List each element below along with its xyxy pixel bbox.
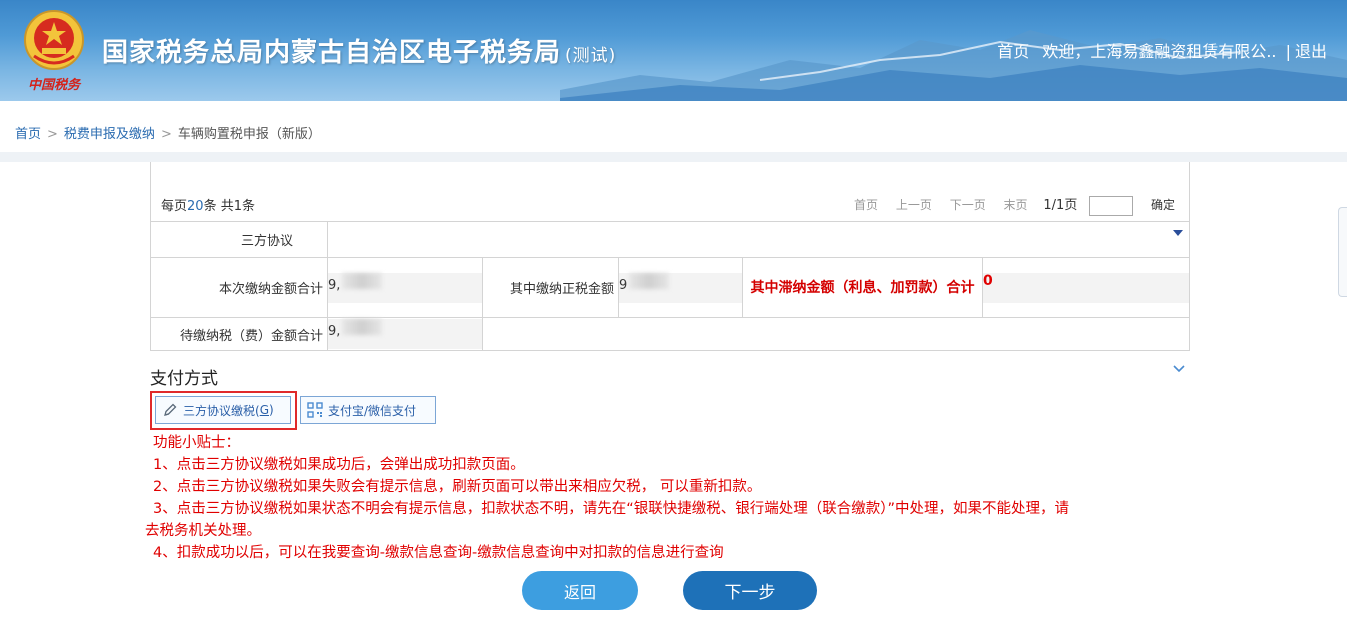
late-fee-label: 其中滞纳金额（利息、加罚款）合计 (743, 258, 983, 317)
top-nav: 首页 欢迎，上海易鑫融资租赁有限公.. | 退出 (989, 38, 1327, 62)
breadcrumb-sep: > (47, 127, 58, 142)
section-divider (0, 152, 1347, 162)
masked-amount (629, 272, 670, 289)
page-size-prefix: 每页 (161, 199, 188, 214)
emblem-caption: 中国税务 (28, 78, 81, 93)
tips-panel: 功能小贴士： 1、点击三方协议缴税如果成功后，会弹出成功扣款页面。 2、点击三方… (145, 432, 1195, 564)
alipay-wechat-pay-button[interactable]: 支付宝/微信支付 (300, 396, 436, 424)
page-size-link[interactable]: 20 (187, 199, 204, 214)
tax-paid-value: 9 (619, 277, 628, 293)
three-party-select[interactable] (328, 222, 1189, 257)
breadcrumb-sep: > (160, 127, 172, 142)
site-header: 中国税务 国家税务总局内蒙古自治区电子税务局 (测试) 首页 欢迎，上海易鑫融资租… (0, 0, 1347, 101)
nav-home-link[interactable]: 首页 (997, 42, 1029, 61)
nav-logout-link[interactable]: 退出 (1295, 42, 1327, 61)
three-party-pay-hotkey: G (259, 403, 269, 417)
tip-item-continued: 去税务机关处理。 (145, 523, 261, 539)
pagination-bar: 每页20条 共1条 首页 上一页 下一页 末页 1/1页 确定 (151, 162, 1189, 222)
breadcrumb-current: 车辆购置税申报（新版） (177, 127, 321, 142)
pager-prev[interactable]: 上一页 (896, 198, 932, 212)
nav-welcome-user[interactable]: 欢迎，上海易鑫融资租赁有限公.. (1042, 42, 1276, 61)
pager-controls: 首页 上一页 下一页 末页 1/1页 确定 (840, 194, 1175, 216)
side-float-tab[interactable] (1338, 207, 1347, 297)
pending-cell: 9, (328, 318, 483, 350)
site-title-main: 国家税务总局内蒙古自治区电子税务局 (102, 38, 562, 68)
three-party-pay-button[interactable]: 三方协议缴税(G) (155, 396, 291, 424)
table-row: 三方协议 (151, 222, 1189, 258)
pager-next[interactable]: 下一页 (950, 198, 986, 212)
tips-title: 功能小贴士： (153, 435, 240, 451)
total-paid-value-box: 9, (328, 272, 482, 303)
tax-paid-cell: 9 (619, 258, 743, 317)
total-paid-value: 9, (328, 277, 341, 293)
nav-separator: | (1285, 42, 1291, 61)
pager-page-info: 1/1页 (1043, 198, 1078, 213)
breadcrumb-home[interactable]: 首页 (15, 127, 41, 142)
collapse-chevron-icon[interactable] (1172, 364, 1186, 374)
breadcrumb-tax-filing[interactable]: 税费申报及缴纳 (64, 127, 155, 142)
three-party-pay-label-end: ) (269, 403, 274, 417)
pager-first[interactable]: 首页 (854, 198, 878, 212)
pager-page-input[interactable] (1089, 195, 1134, 216)
pending-value: 9, (328, 324, 341, 339)
table-row: 本次缴纳金额合计 9, 其中缴纳正税金额 9 其中滞纳金额（利息、加罚款）合计 … (151, 258, 1189, 318)
three-party-label: 三方协议 (151, 222, 328, 257)
page-size-info: 每页20条 共1条 (161, 195, 255, 214)
pager-go-button[interactable]: 确定 (1151, 198, 1175, 212)
late-fee-cell: 0 (983, 258, 1189, 317)
tip-item: 3、点击三方协议缴税如果状态不明会有提示信息，扣款状态不明，请先在“银联快捷缴税… (153, 501, 1069, 517)
total-paid-label: 本次缴纳金额合计 (151, 258, 328, 317)
page-size-suffix: 条 共1条 (203, 199, 255, 214)
table-row: 待缴纳税（费）金额合计 9, (151, 318, 1189, 350)
tip-item: 1、点击三方协议缴税如果成功后，会弹出成功扣款页面。 (153, 457, 525, 473)
pending-value-box: 9, (328, 319, 482, 349)
late-fee-value: 0 (983, 272, 1189, 303)
pager-last[interactable]: 末页 (1004, 198, 1028, 212)
dropdown-caret-icon (1173, 230, 1183, 236)
pending-label: 待缴纳税（费）金额合计 (151, 318, 328, 350)
tip-item: 4、扣款成功以后，可以在我要查询-缴款信息查询-缴款信息查询中对扣款的信息进行查… (153, 545, 724, 561)
tax-paid-label: 其中缴纳正税金额 (483, 258, 619, 317)
site-title: 国家税务总局内蒙古自治区电子税务局 (测试) (102, 32, 616, 69)
tax-paid-value-box: 9 (619, 272, 742, 303)
next-step-button[interactable]: 下一步 (683, 571, 817, 610)
breadcrumb: 首页 > 税费申报及缴纳 > 车辆购置税申报（新版） (0, 118, 1347, 152)
qr-code-icon (307, 402, 323, 418)
payment-summary-table: 每页20条 共1条 首页 上一页 下一页 末页 1/1页 确定 三方协议 本次缴… (150, 162, 1190, 351)
pencil-icon (164, 403, 177, 416)
three-party-pay-label: 三方协议缴税( (183, 403, 260, 418)
alipay-wechat-pay-label: 支付宝/微信支付 (328, 403, 417, 418)
payment-method-title: 支付方式 (150, 369, 218, 389)
national-emblem-icon (24, 10, 84, 70)
total-paid-cell: 9, (328, 258, 483, 317)
masked-amount (342, 272, 383, 289)
tip-item: 2、点击三方协议缴税如果失败会有提示信息，刷新页面可以带出来相应欠税， 可以重新… (153, 479, 762, 495)
site-title-sub: (测试) (565, 46, 617, 66)
masked-amount (342, 319, 383, 335)
back-button[interactable]: 返回 (522, 571, 638, 610)
